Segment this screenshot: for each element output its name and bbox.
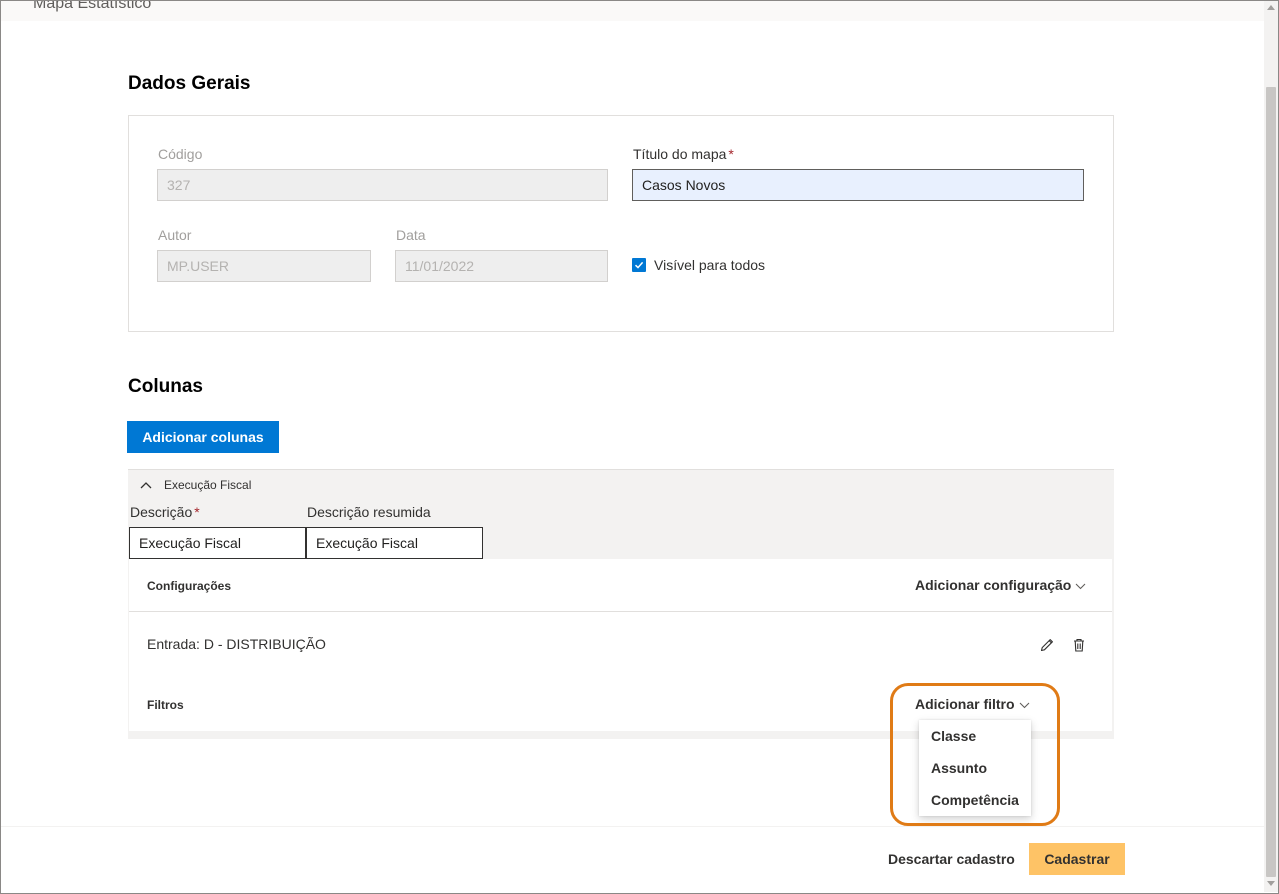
discard-button[interactable]: Descartar cadastro xyxy=(880,843,1023,875)
descricao-resumida-label: Descrição resumida xyxy=(307,504,431,520)
add-filter-label: Adicionar filtro xyxy=(915,696,1015,712)
chevron-down-icon xyxy=(1019,696,1030,712)
titulo-label: Título do mapa * xyxy=(633,146,734,162)
submit-button[interactable]: Cadastrar xyxy=(1029,843,1125,875)
divider xyxy=(129,611,1112,612)
descricao-resumida-input[interactable]: Execução Fiscal xyxy=(306,527,483,559)
breadcrumb: Mapa Estatístico xyxy=(33,1,152,12)
configuracoes-label: Configurações xyxy=(147,579,232,593)
filter-option-classe[interactable]: Classe xyxy=(919,720,1031,752)
filter-options-menu: Classe Assunto Competência xyxy=(919,720,1031,816)
codigo-label: Código xyxy=(158,146,203,162)
add-configuration-label: Adicionar configuração xyxy=(915,577,1072,593)
required-marker: * xyxy=(194,504,200,520)
scroll-up-icon[interactable] xyxy=(1267,5,1275,10)
data-label: Data xyxy=(396,227,426,243)
filter-option-assunto[interactable]: Assunto xyxy=(919,752,1031,784)
edit-pencil-icon[interactable] xyxy=(1037,635,1057,655)
column-item-title: Execução Fiscal xyxy=(164,478,252,492)
top-bar: Mapa Estatístico xyxy=(1,1,1264,21)
footer-divider xyxy=(1,826,1264,827)
visivel-label: Visível para todos xyxy=(654,257,766,273)
add-configuration-dropdown[interactable]: Adicionar configuração xyxy=(915,577,1086,593)
autor-label: Autor xyxy=(158,227,192,243)
descricao-label: Descrição * xyxy=(130,504,200,520)
chevron-up-icon[interactable] xyxy=(140,478,152,492)
scrollbar-thumb[interactable] xyxy=(1266,87,1276,877)
scroll-down-icon[interactable] xyxy=(1267,881,1275,886)
filter-option-competencia[interactable]: Competência xyxy=(919,784,1031,816)
filtros-label: Filtros xyxy=(147,698,184,712)
required-marker: * xyxy=(728,146,734,162)
add-filter-dropdown[interactable]: Adicionar filtro xyxy=(915,696,1030,712)
titulo-input[interactable]: Casos Novos xyxy=(632,169,1084,201)
vertical-scrollbar[interactable] xyxy=(1264,1,1278,892)
general-section-title: Dados Gerais xyxy=(128,73,251,94)
data-field: 11/01/2022 xyxy=(395,250,608,282)
checkbox-checked-icon[interactable] xyxy=(632,258,646,272)
general-card xyxy=(128,115,1114,332)
delete-trash-icon[interactable] xyxy=(1069,635,1089,655)
autor-field: MP.USER xyxy=(157,250,371,282)
add-columns-button[interactable]: Adicionar colunas xyxy=(127,421,279,453)
column-item-header[interactable]: Execução Fiscal xyxy=(140,478,251,492)
chevron-down-icon xyxy=(1075,577,1086,593)
visivel-checkbox-row[interactable]: Visível para todos xyxy=(632,257,765,273)
columns-section-title: Colunas xyxy=(128,376,203,397)
descricao-input[interactable]: Execução Fiscal xyxy=(129,527,306,559)
codigo-field: 327 xyxy=(157,169,608,201)
entrada-text: Entrada: D - DISTRIBUIÇÃO xyxy=(147,636,326,652)
